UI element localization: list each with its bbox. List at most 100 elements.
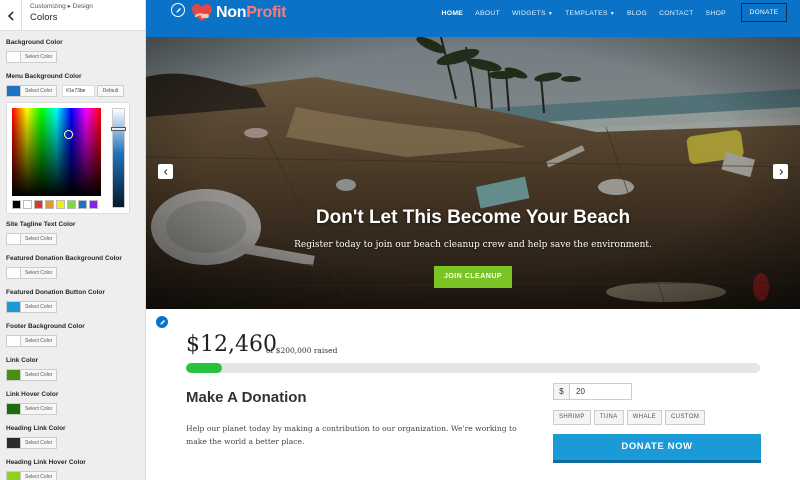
main-navigation: HOME ABOUT WIDGETS ▼ TEMPLATES ▼ BLOG CONT…: [436, 0, 732, 26]
tagline-color-label: Site Tagline Text Color: [6, 221, 76, 228]
donate-header-button[interactable]: DONATE: [741, 3, 787, 22]
nav-item-about[interactable]: ABOUT: [469, 10, 506, 17]
hero-slider: Don't Let This Become Your Beach Registe…: [146, 37, 800, 309]
select-color-label: Select Color: [21, 336, 57, 346]
select-color-label: Select Color: [21, 438, 57, 448]
donation-description: Help our planet today by making a contri…: [186, 424, 517, 446]
select-color-label: Select Color: [21, 86, 57, 96]
chevron-down-icon: ▼: [547, 10, 554, 17]
sidebar-header: Customizing ▸ Design Colors: [0, 0, 145, 31]
palette-swatch[interactable]: [56, 200, 65, 209]
select-color-label: Select Color: [21, 370, 57, 380]
link-color-select[interactable]: Select Color: [6, 369, 58, 381]
chevron-right-icon: [779, 168, 783, 175]
currency-symbol: $: [553, 383, 570, 400]
edit-shortcut-button[interactable]: [155, 315, 169, 329]
back-button[interactable]: [0, 0, 22, 31]
background-color-select[interactable]: Select Color: [6, 51, 58, 63]
donate-now-button[interactable]: DONATE NOW: [553, 434, 761, 463]
nav-label: BLOG: [626, 9, 648, 17]
palette-swatch[interactable]: [45, 200, 54, 209]
join-cleanup-button[interactable]: JOIN CLEANUP: [434, 266, 512, 288]
color-chip: [7, 234, 21, 244]
raised-amount: $12,460: [186, 332, 277, 357]
nav-label: HOME: [441, 9, 464, 17]
nav-item-shop[interactable]: SHOP: [700, 10, 732, 17]
color-chip: [7, 370, 21, 380]
featured-button-color-select[interactable]: Select Color: [6, 301, 58, 313]
nav-label: CONTACT: [659, 9, 694, 17]
menu-background-color-select[interactable]: Select Color: [6, 85, 58, 97]
heading-link-color-select[interactable]: Select Color: [6, 437, 58, 449]
site-preview: NonProfit HOME ABOUT WIDGETS ▼ TEMPLATES ▼…: [146, 0, 800, 480]
menu-background-color-label: Menu Background Color: [6, 73, 82, 80]
chevron-down-icon: ▼: [609, 10, 615, 17]
breadcrumb: Customizing ▸ Design: [30, 3, 93, 10]
featured-bg-color-label: Featured Donation Background Color: [6, 255, 122, 262]
site-logo[interactable]: NonProfit: [216, 4, 286, 22]
donation-presets: SHRIMP TUNA WHALE CUSTOM: [553, 410, 706, 425]
slider-next-button[interactable]: [773, 164, 788, 179]
edit-shortcut-button[interactable]: [171, 3, 185, 17]
palette-swatch[interactable]: [78, 200, 87, 209]
link-hover-color-select[interactable]: Select Color: [6, 403, 58, 415]
nav-item-widgets[interactable]: WIDGETS ▼: [506, 10, 559, 17]
pencil-icon: [175, 7, 181, 13]
palette-swatch[interactable]: [34, 200, 43, 209]
color-picker: [6, 102, 130, 214]
hex-color-input[interactable]: #1e73be: [62, 85, 95, 97]
color-palette: [12, 200, 98, 209]
select-color-label: Select Color: [21, 268, 57, 278]
palette-swatch[interactable]: [23, 200, 32, 209]
featured-button-color-label: Featured Donation Button Color: [6, 289, 105, 296]
heading-link-hover-color-select[interactable]: Select Color: [6, 471, 58, 480]
slider-prev-button[interactable]: [158, 164, 173, 179]
preset-whale-button[interactable]: WHALE: [626, 410, 663, 425]
nav-item-blog[interactable]: BLOG: [621, 10, 653, 17]
palette-swatch[interactable]: [12, 200, 21, 209]
heading-link-hover-color-label: Heading Link Hover Color: [6, 459, 86, 466]
palette-swatch[interactable]: [67, 200, 76, 209]
select-color-label: Select Color: [21, 302, 57, 312]
nav-label: TEMPLATES: [565, 9, 608, 17]
panel-title: Colors: [30, 12, 58, 23]
nav-item-contact[interactable]: CONTACT: [653, 10, 699, 17]
chevron-left-icon: [163, 168, 167, 175]
palette-swatch[interactable]: [89, 200, 98, 209]
tagline-color-select[interactable]: Select Color: [6, 233, 58, 245]
color-chip: [7, 86, 21, 96]
background-color-label: Background Color: [6, 39, 63, 46]
preset-tuna-button[interactable]: TUNA: [593, 410, 624, 425]
picker-handle[interactable]: [64, 130, 73, 139]
site-header: NonProfit HOME ABOUT WIDGETS ▼ TEMPLATES ▼…: [146, 0, 800, 37]
color-chip: [7, 336, 21, 346]
hero-subtitle: Register today to join our beach cleanup…: [294, 240, 652, 250]
slider-handle[interactable]: [111, 127, 126, 131]
preset-shrimp-button[interactable]: SHRIMP: [553, 410, 591, 425]
saturation-field[interactable]: [12, 108, 101, 196]
nav-label: SHOP: [705, 9, 726, 17]
color-chip: [7, 52, 21, 62]
donation-amount-input[interactable]: 20: [570, 383, 632, 400]
customizer-app: Customizing ▸ Design Colors Background C…: [0, 0, 800, 480]
logo-word-2: Profit: [246, 4, 287, 21]
nav-item-home[interactable]: HOME: [436, 10, 470, 17]
preset-custom-button[interactable]: CUSTOM: [665, 410, 706, 425]
footer-bg-color-select[interactable]: Select Color: [6, 335, 58, 347]
chevron-left-icon: [7, 10, 14, 21]
color-chip: [7, 438, 21, 448]
footer-bg-color-label: Footer Background Color: [6, 323, 85, 330]
featured-bg-color-select[interactable]: Select Color: [6, 267, 58, 279]
default-color-button[interactable]: Default: [97, 85, 124, 97]
nav-label: WIDGETS: [512, 9, 546, 17]
select-color-label: Select Color: [21, 472, 57, 480]
nav-item-templates[interactable]: TEMPLATES ▼: [559, 10, 621, 17]
progress-fill: [186, 363, 222, 373]
link-hover-color-label: Link Hover Color: [6, 391, 59, 398]
logo-heart-icon[interactable]: [191, 3, 213, 23]
nav-label: ABOUT: [475, 9, 501, 17]
select-color-label: Select Color: [21, 52, 57, 62]
hue-slider[interactable]: [111, 108, 126, 208]
select-color-label: Select Color: [21, 234, 57, 244]
donation-progress-bar: [186, 363, 760, 373]
